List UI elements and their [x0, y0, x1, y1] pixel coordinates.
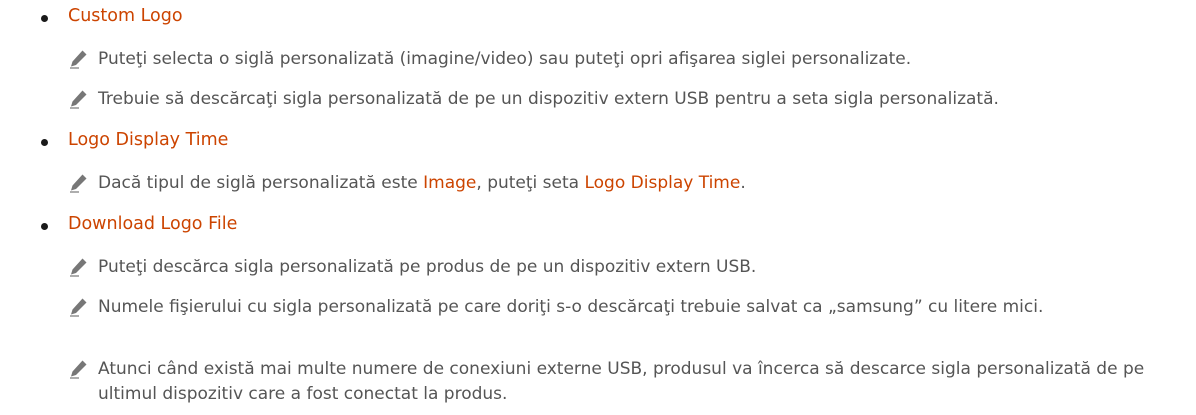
pencil-icon [70, 298, 87, 317]
link-logo-display-time: Logo Display Time [584, 173, 741, 193]
note-text: Puteţi selecta o siglă personalizată (im… [98, 49, 912, 69]
pencil-icon [70, 258, 87, 277]
note-item: Numele fişierului cu sigla personalizată… [68, 295, 1188, 320]
note-text-part: Dacă tipul de siglă personalizată este [98, 173, 424, 193]
note-item: Trebuie să descărcaţi sigla personalizat… [68, 87, 1188, 112]
note-text-part: . [740, 173, 746, 193]
note-item: Puteţi descărca sigla personalizată pe p… [68, 255, 1188, 280]
note-item: Puteţi selecta o siglă personalizată (im… [68, 47, 1188, 72]
section-title-custom-logo: Custom Logo [68, 6, 183, 26]
section-title-logo-display-time: Logo Display Time [68, 130, 229, 150]
bullet-dot [41, 223, 48, 230]
note-item: Dacă tipul de siglă personalizată este I… [68, 171, 1188, 196]
note-text: Puteţi descărca sigla personalizată pe p… [98, 257, 757, 277]
document-page: Custom Logo Puteţi selecta o siglă perso… [0, 0, 1196, 415]
bullet-dot [41, 15, 48, 22]
pencil-icon [70, 50, 87, 69]
link-image: Image [423, 173, 477, 193]
pencil-icon [70, 90, 87, 109]
bullet-dot [41, 139, 48, 146]
pencil-icon [70, 360, 87, 379]
note-text: Numele fişierului cu sigla personalizată… [98, 297, 1044, 317]
note-item: Atunci când există mai multe numere de c… [68, 357, 1188, 407]
section-title-download-logo-file: Download Logo File [68, 214, 238, 234]
note-text: Dacă tipul de siglă personalizată este I… [98, 171, 1188, 196]
note-text: Trebuie să descărcaţi sigla personalizat… [98, 89, 999, 109]
pencil-icon [70, 174, 87, 193]
note-text-part: , puteţi seta [476, 173, 585, 193]
note-text: Atunci când există mai multe numere de c… [98, 359, 1145, 404]
